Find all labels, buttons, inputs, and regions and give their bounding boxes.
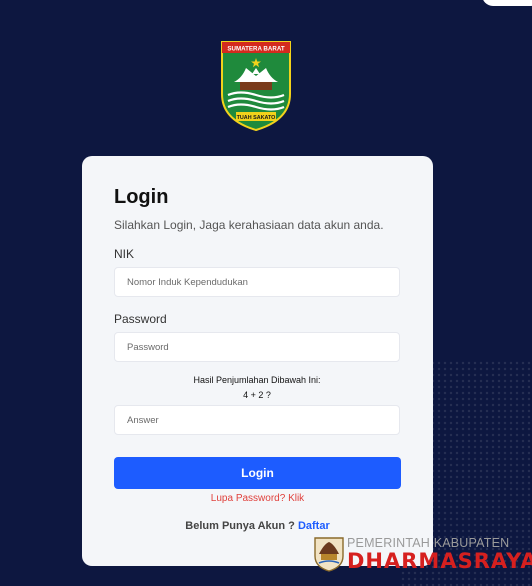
login-button[interactable]: Login	[114, 457, 401, 489]
register-link[interactable]: Daftar	[298, 520, 330, 532]
captcha-prompt: Hasil Penjumlahan Dibawah Ini:	[193, 375, 321, 385]
password-label: Password	[114, 312, 167, 326]
answer-input[interactable]	[114, 405, 400, 435]
register-row: Belum Punya Akun ? Daftar	[114, 520, 401, 532]
corner-element[interactable]	[482, 0, 532, 6]
forgot-password-link[interactable]: Lupa Password? Klik	[114, 493, 401, 504]
brand-top-text: PEMERINTAH KABUPATEN	[347, 536, 510, 550]
brand-main-text: DHARMASRAYA	[347, 549, 532, 573]
nik-input[interactable]	[114, 267, 400, 297]
emblem-bottom-text: TUAH SAKATO	[237, 115, 276, 121]
page-title: Login	[114, 186, 169, 208]
dharmasraya-logo-icon	[314, 537, 344, 572]
west-sumatra-emblem-icon: SUMATERA BARAT TUAH SAKATO	[221, 41, 291, 132]
captcha-question: 4 + 2 ?	[243, 390, 271, 400]
emblem-top-text: SUMATERA BARAT	[227, 46, 285, 53]
login-subtitle: Silahkan Login, Jaga kerahasiaan data ak…	[114, 218, 384, 232]
login-card: Login Silahkan Login, Jaga kerahasiaan d…	[82, 156, 433, 566]
nik-label: NIK	[114, 247, 135, 261]
register-prompt: Belum Punya Akun ?	[185, 520, 295, 532]
brand-footer: PEMERINTAH KABUPATEN DHARMASRAYA	[314, 536, 532, 576]
password-input[interactable]	[114, 332, 400, 362]
